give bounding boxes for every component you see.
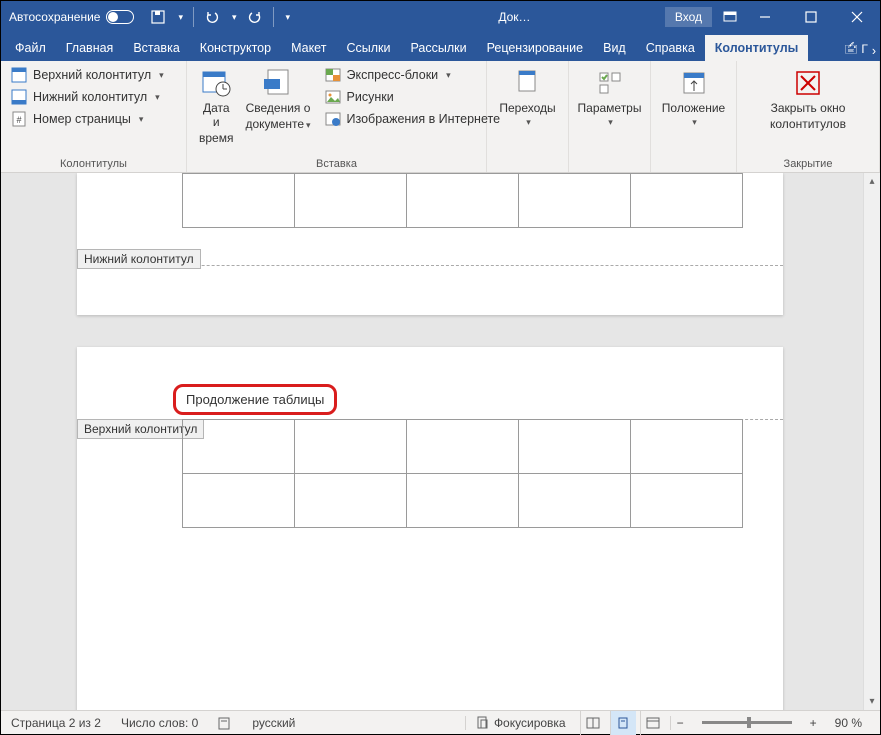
ribbon-display-icon[interactable] <box>722 9 738 25</box>
table-1[interactable] <box>182 173 743 228</box>
undo-dropdown[interactable]: ▾ <box>232 12 237 23</box>
title-bar: Автосохранение ▾ ▾ ▾ Док… Вход <box>1 1 880 33</box>
header-label: Верхний колонтитул <box>33 68 151 82</box>
word-count[interactable]: Число слов: 0 <box>111 716 208 730</box>
tab-headerfooter[interactable]: Колонтитулы <box>705 35 809 61</box>
onlinepics-button[interactable]: Изображения в Интернете <box>321 109 505 129</box>
login-button[interactable]: Вход <box>665 7 712 27</box>
tab-view[interactable]: Вид <box>593 35 636 61</box>
docinfo-button[interactable]: Сведения о документе▾ <box>239 65 316 133</box>
ribbon: Верхний колонтитул▾ Нижний колонтитул▾ #… <box>1 61 880 173</box>
scroll-down-icon[interactable]: ▾ <box>864 693 880 710</box>
zoom-slider[interactable] <box>702 721 792 724</box>
tab-design[interactable]: Конструктор <box>190 35 281 61</box>
save-icon[interactable] <box>150 9 166 25</box>
web-layout-icon[interactable] <box>640 711 666 735</box>
zoom-out[interactable]: − <box>670 716 690 730</box>
continuation-callout: Продолжение таблицы <box>173 384 337 415</box>
ribbon-tabs: Файл Главная Вставка Конструктор Макет С… <box>1 33 880 61</box>
read-mode-icon[interactable] <box>580 711 606 735</box>
autosave-toggle[interactable]: Автосохранение <box>1 10 142 24</box>
group-close-label: Закрытие <box>737 158 879 172</box>
tab-review[interactable]: Рецензирование <box>477 35 594 61</box>
qat-customize[interactable]: ▾ <box>286 12 291 23</box>
position-button[interactable]: Положение ▾ <box>656 65 731 130</box>
zoom-level[interactable]: 90 % <box>827 716 870 730</box>
tab-help[interactable]: Справка <box>636 35 705 61</box>
header-button[interactable]: Верхний колонтитул▾ <box>7 65 168 85</box>
minimize-button[interactable] <box>742 1 788 33</box>
pictures-button[interactable]: Рисунки <box>321 87 505 107</box>
navigation-button[interactable]: Переходы ▾ <box>493 65 561 130</box>
status-bar: Страница 2 из 2 Число слов: 0 русский Фо… <box>1 710 880 734</box>
more-icon[interactable]: › <box>872 44 876 58</box>
tab-layout[interactable]: Макет <box>281 35 336 61</box>
quickparts-button[interactable]: Экспресс-блоки▾ <box>321 65 505 85</box>
page-1: Нижний колонтитул <box>77 173 783 315</box>
autosave-label: Автосохранение <box>9 10 100 24</box>
proofing-icon[interactable] <box>208 716 242 730</box>
zoom-in[interactable]: + <box>804 716 823 730</box>
tab-insert[interactable]: Вставка <box>123 35 189 61</box>
tab-mailings[interactable]: Рассылки <box>400 35 476 61</box>
close-button[interactable] <box>834 1 880 33</box>
undo-icon[interactable] <box>204 9 220 25</box>
footer-label: Нижний колонтитул <box>33 90 147 104</box>
quick-access-toolbar: ▾ ▾ ▾ <box>142 7 298 27</box>
pagenumber-label: Номер страницы <box>33 112 131 126</box>
document-title: Док… <box>298 10 661 24</box>
redo-icon[interactable] <box>247 9 263 25</box>
group-insert-label: Вставка <box>187 158 486 172</box>
svg-text:#: # <box>16 115 21 125</box>
footer-tag[interactable]: Нижний колонтитул <box>77 249 201 269</box>
table-2[interactable] <box>182 419 743 528</box>
close-headerfooter-button[interactable]: Закрыть окно колонтитулов <box>764 65 852 133</box>
footer-button[interactable]: Нижний колонтитул▾ <box>7 87 168 107</box>
tab-references[interactable]: Ссылки <box>336 35 400 61</box>
save-dropdown[interactable]: ▾ <box>178 12 183 23</box>
share-icon[interactable]: 🖆 Г <box>844 40 868 61</box>
autosave-switch[interactable] <box>106 10 134 24</box>
tab-home[interactable]: Главная <box>56 35 124 61</box>
pagenumber-button[interactable]: # Номер страницы▾ <box>7 109 168 129</box>
vertical-scrollbar[interactable]: ▴ ▾ <box>863 173 880 710</box>
print-layout-icon[interactable] <box>610 711 636 735</box>
group-headerfooter-label: Колонтитулы <box>1 158 186 172</box>
scroll-up-icon[interactable]: ▴ <box>864 173 880 190</box>
page-2: Продолжение таблицы Верхний колонтитул <box>77 347 783 710</box>
focus-mode[interactable]: Фокусировка <box>465 716 576 730</box>
language[interactable]: русский <box>242 716 305 730</box>
datetime-button[interactable]: Дата и время <box>193 65 239 147</box>
tab-file[interactable]: Файл <box>5 35 56 61</box>
options-button[interactable]: Параметры ▾ <box>572 65 648 130</box>
maximize-button[interactable] <box>788 1 834 33</box>
page-count[interactable]: Страница 2 из 2 <box>1 716 111 730</box>
document-area[interactable]: Нижний колонтитул Продолжение таблицы Ве… <box>1 173 880 710</box>
